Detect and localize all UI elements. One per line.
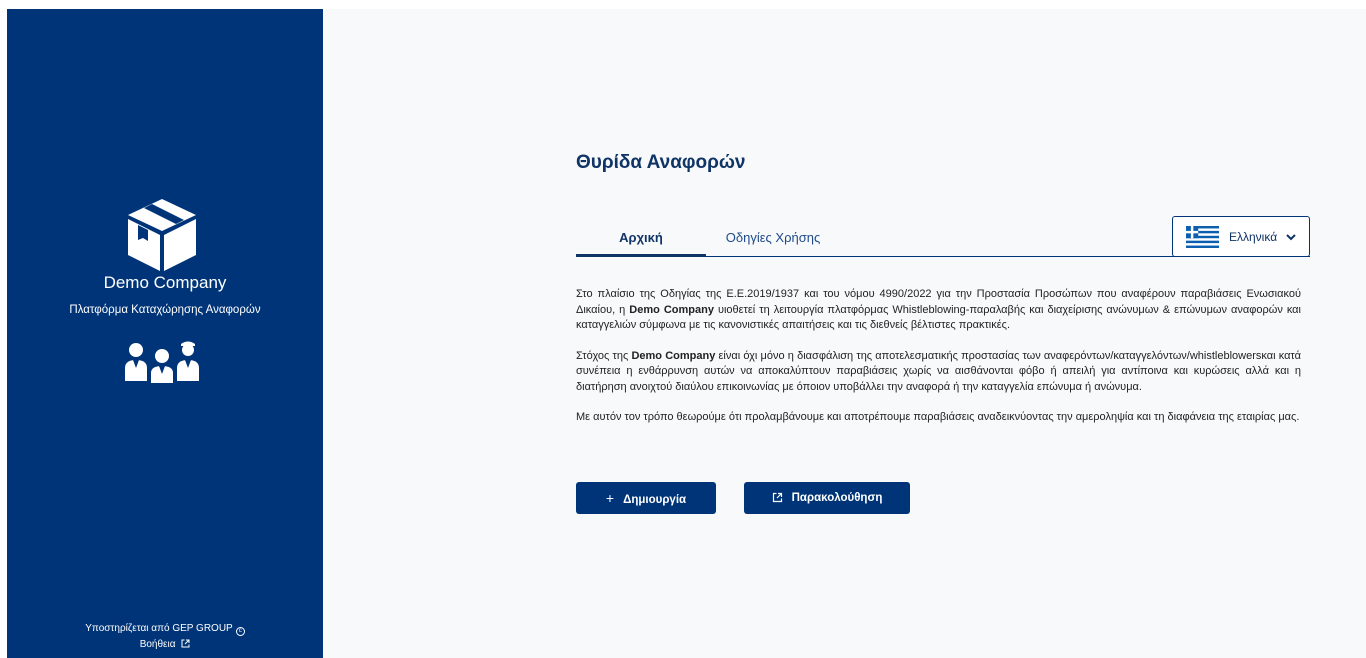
intro-paragraph: Με αυτόν τον τρόπο θεωρούμε ότι προλαμβά… xyxy=(576,411,1300,423)
help-link[interactable]: Βοήθεια xyxy=(7,639,323,650)
intro-paragraph: Στόχος της Demo Company είναι όχι μόνο η… xyxy=(576,349,1301,393)
support-credit: Υποστηρίζεται από GEP GROUP c xyxy=(7,623,323,636)
support-credit-text: Υποστηρίζεται από GEP GROUP xyxy=(85,623,233,634)
tab-user-guide[interactable]: Οδηγίες Χρήσης xyxy=(706,219,840,257)
track-report-label: Παρακολούθηση xyxy=(791,492,883,504)
chevron-down-icon xyxy=(1286,234,1296,241)
people-icon xyxy=(125,341,199,383)
external-link-icon xyxy=(772,492,782,503)
tab-home[interactable]: Αρχική xyxy=(576,219,706,257)
create-report-label: Δημιουργία xyxy=(623,494,687,506)
main-content: Θυρίδα Αναφορών Αρχική Οδηγίες Χρήσης Ελ… xyxy=(323,9,1366,658)
intro-text: Στο πλαίσιο της Οδηγίας της Ε.Ε.2019/193… xyxy=(576,287,1301,441)
page-title: Θυρίδα Αναφορών xyxy=(576,152,746,173)
copyright-icon: c xyxy=(235,627,245,636)
intro-paragraph: Στο πλαίσιο της Οδηγίας της Ε.Ε.2019/193… xyxy=(576,288,1301,331)
company-name: Demo Company xyxy=(103,273,227,292)
sidebar: Demo Company Πλατφόρμα Καταχώρησης Αναφο… xyxy=(7,9,323,658)
plus-icon: + xyxy=(605,490,615,506)
greece-flag-icon xyxy=(1186,226,1219,248)
language-select[interactable]: Ελληνικά xyxy=(1172,216,1310,257)
create-report-button[interactable]: + Δημιουργία xyxy=(576,482,716,514)
track-report-button[interactable]: Παρακολούθηση xyxy=(744,482,910,514)
language-label: Ελληνικά xyxy=(1229,230,1278,244)
box-icon xyxy=(128,199,196,271)
external-link-icon xyxy=(181,639,190,648)
help-link-label: Βοήθεια xyxy=(139,639,176,650)
platform-subtitle: Πλατφόρμα Καταχώρησης Αναφορών xyxy=(69,304,261,316)
